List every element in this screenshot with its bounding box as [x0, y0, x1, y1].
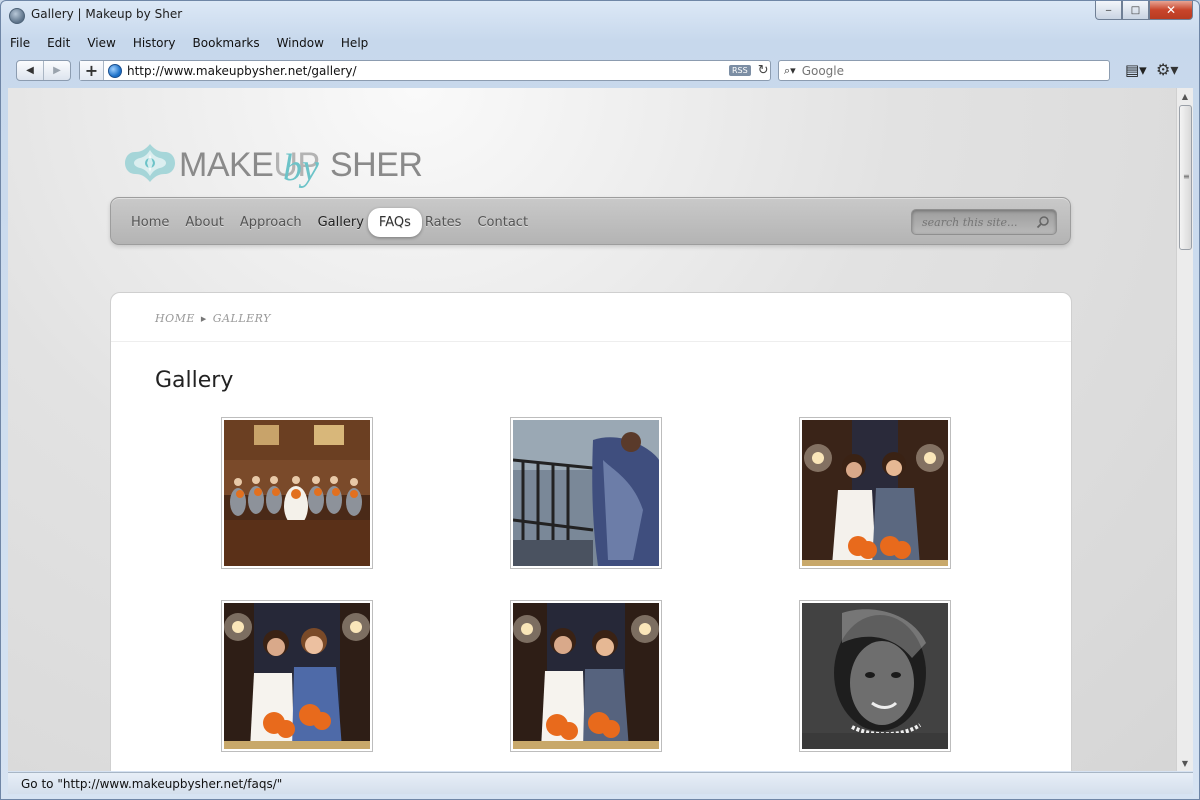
- nav-buttons: ◀ ▶: [16, 60, 71, 81]
- status-bar: Go to "http://www.makeupbysher.net/faqs/…: [8, 772, 1193, 794]
- breadcrumb-arrow-icon: ▶: [200, 314, 207, 323]
- logo-make: MAKE: [179, 146, 274, 184]
- breadcrumb: HOME ▶ GALLERY: [155, 312, 271, 325]
- maximize-button[interactable]: □: [1122, 1, 1149, 20]
- nav-about[interactable]: About: [185, 215, 223, 230]
- magnifier-icon[interactable]: [1036, 215, 1050, 229]
- site-logo[interactable]: MAKEUP by SHER: [123, 138, 423, 194]
- bridal-party-photo: [224, 420, 370, 566]
- menu-view[interactable]: View: [78, 34, 123, 54]
- url-input[interactable]: [127, 63, 707, 78]
- divider: [111, 341, 1071, 342]
- window-title: Gallery | Makeup by Sher: [31, 7, 183, 21]
- menu-edit[interactable]: Edit: [38, 34, 78, 54]
- nav-rates[interactable]: Rates: [425, 215, 462, 230]
- site-navbar: Home About Approach Gallery FAQs Rates C…: [110, 197, 1071, 245]
- grip-icon: ≡: [1183, 172, 1190, 181]
- gear-icon[interactable]: ⚙▾: [1156, 60, 1178, 79]
- nav-contact[interactable]: Contact: [477, 215, 528, 230]
- bride-portrait-bw-photo: [802, 603, 948, 749]
- menu-window[interactable]: Window: [268, 34, 332, 54]
- menu-bar: File Edit View History Bookmarks Window …: [1, 34, 376, 54]
- gallery-thumb-bride-bridesmaid-3[interactable]: [510, 600, 662, 752]
- page-viewport: MAKEUP by SHER Home About Approach Galle…: [8, 88, 1176, 771]
- scroll-thumb[interactable]: ≡: [1179, 105, 1192, 250]
- nav-home[interactable]: Home: [131, 215, 169, 230]
- gallery-thumb-bride-bridesmaid-2[interactable]: [221, 600, 373, 752]
- close-button[interactable]: ✕: [1149, 1, 1193, 20]
- browser-search-box: ⌕▾: [778, 60, 1110, 81]
- bride-bridesmaid-photo-3: [513, 603, 659, 749]
- gallery-thumb-makeup-application[interactable]: [510, 417, 662, 569]
- search-input[interactable]: [801, 63, 1092, 78]
- nav-links: Home About Approach Gallery FAQs Rates C…: [131, 198, 544, 246]
- scroll-up-arrow-icon[interactable]: ▲: [1177, 88, 1193, 104]
- content-panel: HOME ▶ GALLERY Gallery: [110, 292, 1072, 771]
- breadcrumb-gallery: GALLERY: [212, 312, 271, 325]
- menu-bookmarks[interactable]: Bookmarks: [184, 34, 268, 54]
- gallery-thumb-bride-portrait[interactable]: [799, 600, 951, 752]
- damask-logo-icon: [125, 144, 175, 182]
- gallery-thumb-bridal-party[interactable]: [221, 417, 373, 569]
- address-bar: + RSS ↻: [79, 60, 771, 81]
- browser-icon: [9, 8, 25, 24]
- nav-faqs[interactable]: FAQs: [367, 207, 422, 237]
- window-controls: ‒ □ ✕: [1095, 1, 1193, 20]
- vertical-scrollbar[interactable]: ▲ ≡ ▼: [1176, 88, 1193, 771]
- nav-gallery[interactable]: Gallery: [318, 215, 364, 230]
- search-engine-icon[interactable]: ⌕▾: [784, 64, 796, 78]
- breadcrumb-home[interactable]: HOME: [155, 312, 195, 325]
- reload-icon[interactable]: ↻: [758, 63, 769, 78]
- back-button[interactable]: ◀: [17, 61, 43, 80]
- globe-icon: [108, 63, 122, 78]
- minimize-button[interactable]: ‒: [1095, 1, 1122, 20]
- browser-window: Gallery | Makeup by Sher ‒ □ ✕ File Edit…: [0, 0, 1200, 800]
- menu-file[interactable]: File: [1, 34, 38, 54]
- menu-history[interactable]: History: [124, 34, 184, 54]
- site-search-input[interactable]: [922, 215, 1032, 229]
- menu-help[interactable]: Help: [332, 34, 376, 54]
- toolbar: ◀ ▶ + RSS ↻ ⌕▾ ▤▾ ⚙▾: [1, 59, 1199, 85]
- forward-button[interactable]: ▶: [43, 61, 70, 80]
- logo-sher: SHER: [330, 146, 423, 184]
- scroll-down-arrow-icon[interactable]: ▼: [1177, 755, 1193, 771]
- gallery-thumb-bride-bridesmaid-1[interactable]: [799, 417, 951, 569]
- logo-by: by: [283, 147, 319, 189]
- title-bar: Gallery | Makeup by Sher ‒ □ ✕: [1, 1, 1199, 31]
- bride-bridesmaid-photo-1: [802, 420, 948, 566]
- page-title: Gallery: [155, 368, 234, 393]
- bride-bridesmaid-photo-2: [224, 603, 370, 749]
- site-search-box: [911, 209, 1057, 235]
- nav-approach[interactable]: Approach: [240, 215, 302, 230]
- rss-button[interactable]: RSS: [729, 65, 751, 76]
- makeup-application-photo: [512, 420, 659, 566]
- add-bookmark-button[interactable]: +: [80, 61, 104, 80]
- page-menu-icon[interactable]: ▤▾: [1125, 61, 1147, 79]
